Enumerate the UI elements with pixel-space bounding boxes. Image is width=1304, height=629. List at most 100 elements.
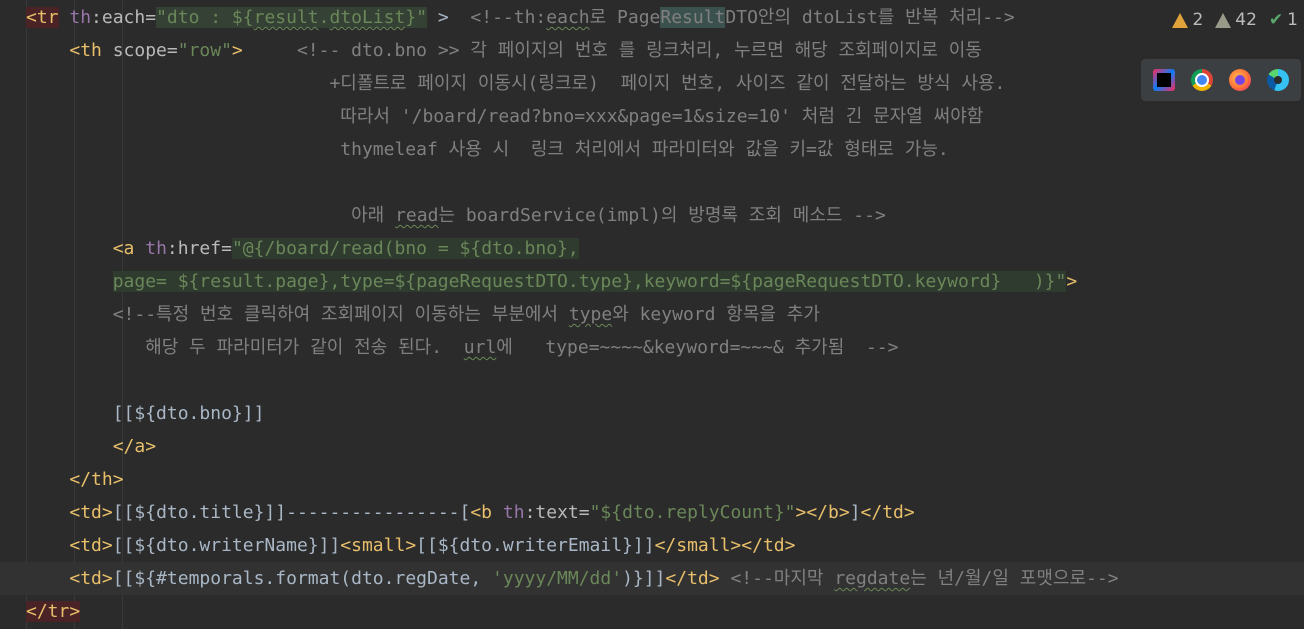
code-token: <!-- dto.bno >> 각 페이지의 번호 를 링크처리, 누르면 해당… — [296, 40, 982, 61]
code-token: 따라서 '/board/read?bno=xxx&page=1&size=10'… — [340, 106, 984, 127]
edge-icon[interactable] — [1267, 69, 1289, 91]
code-token: </a> — [112, 436, 157, 457]
code-line[interactable]: 따라서 '/board/read?bno=xxx&page=1&size=10'… — [0, 100, 1304, 133]
intellij-icon[interactable] — [1153, 69, 1175, 91]
code-token: 에 type=~~~~&keyword=~~~& 추가됨 --> — [496, 337, 899, 358]
warnings-indicator[interactable]: 2 — [1172, 10, 1203, 30]
code-token: 로 Page — [589, 7, 661, 28]
code-line[interactable]: <!--특정 번호 클릭하여 조회페이지 이동하는 부분에서 type와 key… — [0, 298, 1304, 331]
code-token: </small></td> — [654, 535, 796, 556]
chrome-icon[interactable] — [1191, 69, 1213, 91]
code-token: 'yyyy/MM/dd' — [492, 568, 623, 589]
code-line[interactable]: +디폴트로 페이지 이동시(링크로) 페이지 번호, 사이즈 같이 전달하는 방… — [0, 67, 1304, 100]
code-token: read — [395, 205, 439, 226]
code-token: each — [546, 7, 590, 28]
check-icon: ✔ — [1268, 10, 1284, 30]
code-token: > — [427, 7, 471, 28]
code-line[interactable]: <a th:href="@{/board/read(bno = ${dto.bn… — [0, 232, 1304, 265]
code-token: dtoList — [329, 7, 406, 28]
code-token: [[${dto.title}]]----------------[ — [112, 502, 471, 523]
code-token: [[${dto.bno}]] — [26, 403, 265, 424]
code-token: <b — [470, 502, 493, 523]
code-line[interactable]: </a> — [0, 430, 1304, 463]
code-line[interactable]: 아래 read는 boardService(impl)의 방명록 조회 메소드 … — [0, 199, 1304, 232]
code-token: <td> — [69, 568, 113, 589]
code-token: "dto : ${ — [156, 7, 254, 28]
code-token: :each= — [91, 7, 157, 28]
weak-warning-icon — [1215, 12, 1232, 28]
warnings-count: 2 — [1192, 10, 1204, 30]
code-line[interactable]: thymeleaf 사용 시 링크 처리에서 파라미터와 값을 키=값 형태로 … — [0, 133, 1304, 166]
code-token: url — [463, 337, 497, 358]
code-line[interactable]: <td>[[${dto.title}]]----------------[<b … — [0, 496, 1304, 529]
code-token: <!--th: — [470, 7, 547, 28]
code-token: :text= — [524, 502, 590, 523]
code-token: 해당 두 파라미터가 같이 전송 된다. — [145, 337, 464, 358]
code-line[interactable]: </th> — [0, 463, 1304, 496]
code-token: . — [318, 7, 330, 28]
code-token: <!--마지막 — [730, 568, 835, 589]
weak-warnings-indicator[interactable]: 42 — [1215, 10, 1257, 30]
code-token: page= ${result.page},type=${pageRequestD… — [112, 271, 1067, 292]
code-token: > — [231, 40, 243, 61]
code-token: [[${#temporals.format(dto.regDate, — [112, 568, 493, 589]
code-token: </th> — [69, 469, 124, 490]
code-line[interactable]: [[${dto.bno}]] — [0, 397, 1304, 430]
code-token: "@{/board/read(bno = ${dto.bno}, — [231, 238, 579, 259]
code-token: "row" — [177, 40, 232, 61]
code-token: <a — [112, 238, 135, 259]
code-line[interactable]: <td>[[${#temporals.format(dto.regDate, '… — [0, 562, 1304, 595]
code-token: 는 boardService(impl)의 방명록 조회 메소드 --> — [438, 205, 886, 226]
code-token: scope= — [101, 40, 178, 61]
code-token: 와 keyword 항목을 추가 — [612, 304, 820, 325]
warning-icon — [1172, 12, 1189, 28]
code-token: [[${dto.writerName}]] — [112, 535, 341, 556]
code-token: )}]] — [622, 568, 666, 589]
code-token: <tr — [26, 7, 59, 28]
code-token: <th — [69, 40, 102, 61]
code-editor[interactable]: <tr th:each="dto : ${result.dtoList}" > … — [0, 0, 1304, 629]
code-token: 아래 — [351, 205, 396, 226]
code-line[interactable]: <tr th:each="dto : ${result.dtoList}" > … — [0, 1, 1304, 34]
code-line[interactable] — [0, 166, 1304, 199]
code-token: :href= — [166, 238, 232, 259]
code-token: DTO안의 dtoList를 반복 처리--> — [725, 7, 1015, 28]
browser-preview-toolbar — [1141, 59, 1301, 101]
code-token: <!--특정 번호 클릭하여 조회페이지 이동하는 부분에서 — [112, 304, 569, 325]
code-token: </td> — [665, 568, 720, 589]
code-line[interactable] — [0, 364, 1304, 397]
typos-count: 1 — [1287, 10, 1298, 30]
code-token: <td> — [69, 535, 113, 556]
code-token: 는 년/월/일 포맷으로--> — [910, 568, 1119, 589]
code-line[interactable]: page= ${result.page},type=${pageRequestD… — [0, 265, 1304, 298]
code-line[interactable]: <th scope="row"> <!-- dto.bno >> 각 페이지의 … — [0, 34, 1304, 67]
code-line[interactable]: 해당 두 파라미터가 같이 전송 된다. url에 type=~~~~&keyw… — [0, 331, 1304, 364]
code-token: <small> — [340, 535, 417, 556]
code-token: result — [253, 7, 319, 28]
code-line[interactable]: <td>[[${dto.writerName}]]<small>[[${dto.… — [0, 529, 1304, 562]
code-token: </td> — [860, 502, 915, 523]
code-token: </tr> — [26, 601, 81, 622]
code-line[interactable]: </tr> — [0, 595, 1304, 628]
weak-warnings-count: 42 — [1235, 10, 1257, 30]
inspection-widget[interactable]: 2 42 ✔ 1 — [1172, 0, 1304, 40]
typos-indicator[interactable]: ✔ 1 — [1269, 10, 1298, 30]
code-token: +디폴트로 페이지 이동시(링크로) 페이지 번호, 사이즈 같이 전달하는 방… — [329, 73, 1006, 94]
firefox-icon[interactable] — [1229, 69, 1251, 91]
code-token: "${dto.replyCount}" — [589, 502, 796, 523]
code-token: }" — [405, 7, 428, 28]
